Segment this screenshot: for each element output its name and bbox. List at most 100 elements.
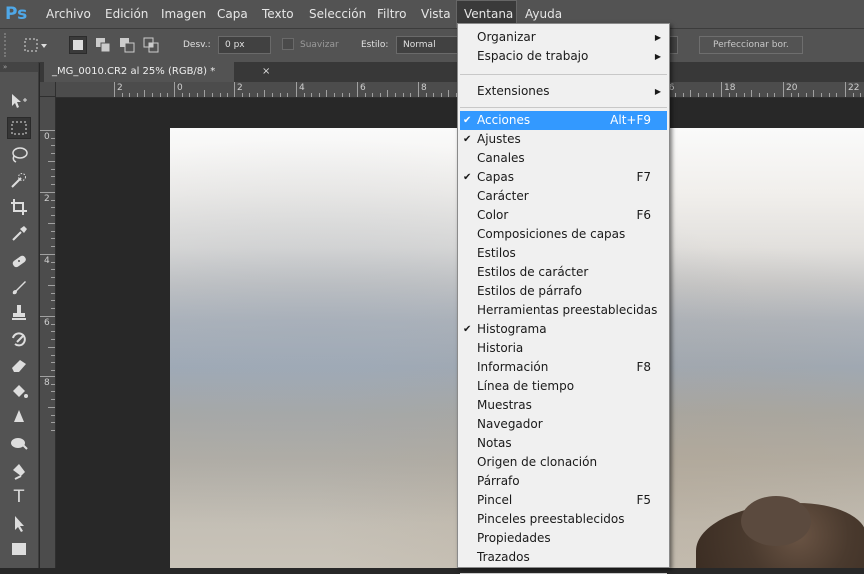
- tool-preset-picker[interactable]: [22, 36, 50, 54]
- menu-item-informacion[interactable]: Información F8: [460, 358, 667, 377]
- tools-panel-collapse[interactable]: »: [0, 62, 38, 72]
- marquee-tool[interactable]: [7, 117, 31, 139]
- menu-imagen[interactable]: Imagen: [154, 0, 213, 28]
- ruler-label: 6: [44, 318, 50, 328]
- menu-item-linea-de-tiempo[interactable]: Línea de tiempo: [460, 377, 667, 396]
- quick-select-tool[interactable]: [7, 170, 31, 192]
- menu-texto[interactable]: Texto: [255, 0, 301, 28]
- refine-edge-button[interactable]: Perfeccionar bor.: [699, 36, 803, 54]
- move-tool[interactable]: [7, 90, 31, 112]
- ruler-minor-tick: [813, 90, 815, 97]
- ruler-minor-tick: [212, 93, 213, 97]
- menu-vista[interactable]: Vista: [414, 0, 458, 28]
- menu-item-canales[interactable]: Canales: [460, 149, 667, 168]
- menu-item-label: Propiedades: [477, 531, 551, 545]
- blur-tool[interactable]: [7, 406, 31, 428]
- crop-tool[interactable]: [7, 196, 31, 218]
- ruler-label: 6: [360, 83, 366, 93]
- healing-brush-tool[interactable]: [7, 250, 31, 272]
- ruler-minor-tick: [51, 230, 55, 232]
- ruler-tick: [296, 82, 297, 97]
- ruler-minor-tick: [448, 90, 450, 97]
- style-select[interactable]: Normal: [396, 36, 458, 54]
- menu-item-extensiones[interactable]: Extensiones ▶: [460, 82, 667, 101]
- history-brush-tool[interactable]: [7, 328, 31, 350]
- close-tab-icon[interactable]: ×: [262, 62, 270, 82]
- photoshop-logo: Ps: [5, 4, 28, 24]
- menu-item-trazados[interactable]: Trazados: [460, 548, 667, 567]
- menu-capa[interactable]: Capa: [210, 0, 255, 28]
- menu-seleccion[interactable]: Selección: [302, 0, 373, 28]
- menu-item-herramientas-preestablecidas[interactable]: Herramientas preestablecidas: [460, 301, 667, 320]
- ruler-minor-tick: [326, 90, 328, 97]
- options-grip: [4, 33, 12, 57]
- menu-filtro[interactable]: Filtro: [370, 0, 413, 28]
- menu-item-estilos-de-caracter[interactable]: Estilos de carácter: [460, 263, 667, 282]
- menu-item-navegador[interactable]: Navegador: [460, 415, 667, 434]
- brush-icon: [12, 281, 26, 295]
- type-tool[interactable]: T: [7, 486, 31, 508]
- rectangle-tool[interactable]: [7, 538, 31, 560]
- eraser-tool[interactable]: [7, 354, 31, 376]
- clone-stamp-tool[interactable]: [7, 302, 31, 324]
- menu-item-pinceles-preestablecidos[interactable]: Pinceles preestablecidos: [460, 510, 667, 529]
- feather-input[interactable]: 0 px: [218, 36, 271, 54]
- menu-item-parrafo[interactable]: Párrafo: [460, 472, 667, 491]
- subtract-selection-button[interactable]: [118, 36, 136, 54]
- ruler-tick: [114, 82, 115, 97]
- ruler-minor-tick: [48, 346, 55, 348]
- menu-item-capas[interactable]: ✔ Capas F7: [460, 168, 667, 187]
- antialias-checkbox[interactable]: [282, 38, 294, 50]
- menu-item-composiciones-de-capas[interactable]: Composiciones de capas: [460, 225, 667, 244]
- menu-item-color[interactable]: Color F6: [460, 206, 667, 225]
- ruler-minor-tick: [51, 245, 55, 247]
- menu-item-espacio-de-trabajo[interactable]: Espacio de trabajo ▶: [460, 47, 667, 66]
- ruler-minor-tick: [287, 93, 289, 97]
- brush-tool[interactable]: [7, 276, 31, 298]
- vertical-ruler[interactable]: 0 2 4 6 8: [40, 97, 56, 568]
- menu-item-notas[interactable]: Notas: [460, 434, 667, 453]
- ruler-tick: [721, 82, 722, 97]
- menu-item-organizar[interactable]: Organizar ▶: [460, 28, 667, 47]
- menu-item-estilos[interactable]: Estilos: [460, 244, 667, 263]
- ruler-minor-tick: [303, 93, 305, 97]
- dodge-tool[interactable]: [7, 432, 31, 454]
- menu-item-propiedades[interactable]: Propiedades: [460, 529, 667, 548]
- menu-item-label: Navegador: [477, 417, 543, 431]
- pen-tool[interactable]: [7, 460, 31, 482]
- menu-item-estilos-de-parrafo[interactable]: Estilos de párrafo: [460, 282, 667, 301]
- pen-icon: [13, 464, 25, 480]
- menu-item-shortcut: Alt+F9: [610, 113, 651, 127]
- ruler-minor-tick: [698, 93, 699, 97]
- menu-separator: [460, 74, 667, 75]
- ruler-label: 4: [299, 83, 305, 93]
- ruler-label: 8: [44, 378, 50, 388]
- menu-edicion[interactable]: Edición: [98, 0, 155, 28]
- lasso-tool[interactable]: [7, 144, 31, 166]
- add-selection-button[interactable]: [94, 36, 112, 54]
- ruler-minor-tick: [51, 261, 55, 263]
- paint-bucket-tool[interactable]: [7, 380, 31, 402]
- ruler-minor-tick: [713, 93, 715, 97]
- path-select-tool[interactable]: [7, 512, 31, 534]
- new-selection-button[interactable]: [69, 36, 87, 54]
- menu-item-acciones[interactable]: ✔ Acciones Alt+F9: [460, 111, 667, 130]
- menu-item-origen-de-clonacion[interactable]: Origen de clonación: [460, 453, 667, 472]
- menu-item-historia[interactable]: Historia: [460, 339, 667, 358]
- tools-panel: » T: [0, 62, 39, 568]
- ruler-origin[interactable]: [40, 82, 56, 97]
- menu-item-histograma[interactable]: ✔ Histograma: [460, 320, 667, 339]
- menu-item-label: Origen de clonación: [477, 455, 598, 469]
- ruler-minor-tick: [51, 269, 55, 271]
- menu-archivo[interactable]: Archivo: [39, 0, 98, 28]
- menu-item-label: Histograma: [477, 322, 547, 336]
- menu-item-caracter[interactable]: Carácter: [460, 187, 667, 206]
- eyedropper-tool[interactable]: [7, 222, 31, 244]
- menu-item-muestras[interactable]: Muestras: [460, 396, 667, 415]
- ruler-minor-tick: [798, 93, 800, 97]
- ruler-tick: [174, 82, 175, 97]
- menu-item-pincel[interactable]: Pincel F5: [460, 491, 667, 510]
- intersect-selection-button[interactable]: [142, 36, 160, 54]
- document-tab[interactable]: _MG_0010.CR2 al 25% (RGB/8) *: [44, 62, 234, 82]
- menu-item-ajustes[interactable]: ✔ Ajustes: [460, 130, 667, 149]
